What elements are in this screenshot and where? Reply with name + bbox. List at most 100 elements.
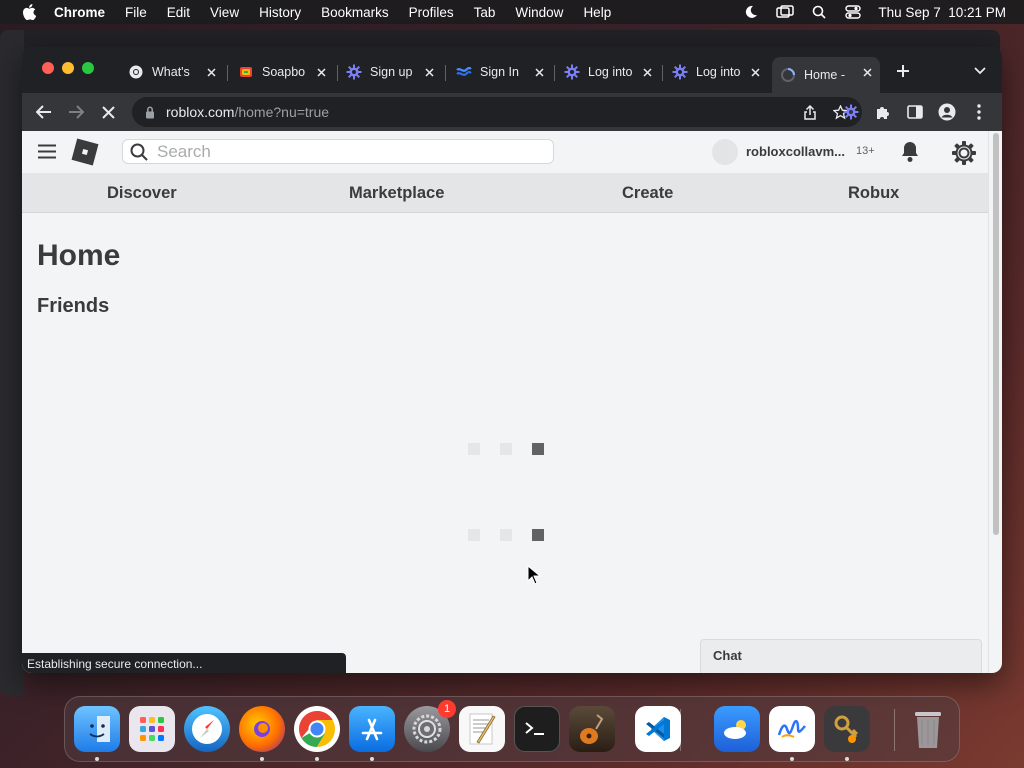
- url-path: /home?nu=true: [234, 104, 330, 120]
- loader-dot: [500, 529, 512, 541]
- back-arrow-icon[interactable]: [34, 102, 54, 122]
- stop-loading-icon[interactable]: [98, 102, 118, 122]
- menu-window[interactable]: Window: [515, 5, 563, 20]
- gear-badge-icon: [346, 64, 362, 80]
- macos-menu-bar: Chrome File Edit View History Bookmarks …: [0, 0, 1024, 24]
- tab-0[interactable]: What's: [120, 57, 224, 87]
- tab-5[interactable]: Log into: [664, 57, 768, 87]
- side-panel-icon[interactable]: [906, 103, 924, 121]
- search-input[interactable]: [157, 141, 537, 162]
- launchpad-icon[interactable]: [129, 706, 175, 752]
- running-indicator: [260, 757, 264, 761]
- tab-4[interactable]: Log into: [556, 57, 660, 87]
- close-window-button[interactable]: [42, 62, 54, 74]
- tab-close-icon[interactable]: [640, 65, 654, 79]
- roblox-header: robloxcollavm... 13+: [22, 131, 988, 173]
- tab-close-icon[interactable]: [422, 65, 436, 79]
- safari-icon[interactable]: [184, 706, 230, 752]
- weather-icon[interactable]: [714, 706, 760, 752]
- menu-history[interactable]: History: [259, 5, 301, 20]
- tab-close-icon[interactable]: [204, 65, 218, 79]
- share-icon[interactable]: [802, 104, 818, 120]
- app-store-icon[interactable]: [349, 706, 395, 752]
- chrome-icon: [128, 64, 144, 80]
- trash-icon[interactable]: [905, 706, 951, 752]
- menubar-clock[interactable]: Thu Sep 7 10:21 PM: [878, 5, 1006, 20]
- tab-active-home[interactable]: Home -: [772, 57, 880, 93]
- garageband-icon[interactable]: [569, 706, 615, 752]
- tab-close-icon[interactable]: [314, 65, 328, 79]
- loader-dot: [532, 529, 544, 541]
- nav-marketplace[interactable]: Marketplace: [349, 184, 444, 203]
- roblox-logo-icon[interactable]: [70, 137, 100, 167]
- roblox-page: robloxcollavm... 13+ Discover Marketplac…: [22, 131, 988, 673]
- roblox-search-box: [122, 139, 554, 164]
- chevron-down-icon[interactable]: [972, 63, 988, 79]
- chrome-app-icon[interactable]: [294, 706, 340, 752]
- menu-tab[interactable]: Tab: [474, 5, 496, 20]
- menu-profiles[interactable]: Profiles: [409, 5, 454, 20]
- chat-widget[interactable]: Chat: [700, 639, 982, 673]
- tab-close-icon[interactable]: [532, 65, 546, 79]
- menu-bookmarks[interactable]: Bookmarks: [321, 5, 389, 20]
- profile-avatar-icon[interactable]: [938, 103, 956, 121]
- settings-gear-icon[interactable]: [950, 139, 978, 167]
- moon-icon[interactable]: [742, 5, 760, 19]
- tab-separator: [227, 65, 228, 81]
- menu-file[interactable]: File: [125, 5, 147, 20]
- running-indicator: [370, 757, 374, 761]
- freeform-icon[interactable]: [769, 706, 815, 752]
- forward-arrow-icon[interactable]: [66, 102, 86, 122]
- system-settings-icon[interactable]: 1: [404, 700, 456, 752]
- screen-mirror-icon[interactable]: [776, 5, 795, 19]
- tab-1[interactable]: Soapbo: [230, 57, 334, 87]
- extensions-puzzle-icon[interactable]: [874, 103, 892, 121]
- extension-gear-icon[interactable]: [842, 103, 860, 121]
- tab-close-icon[interactable]: [748, 65, 762, 79]
- control-center-icon[interactable]: [844, 5, 862, 19]
- hamburger-menu-icon[interactable]: [37, 143, 57, 159]
- spotlight-search-icon[interactable]: [810, 5, 828, 19]
- chrome-menu-icon[interactable]: [970, 103, 988, 121]
- scrollbar-thumb[interactable]: [993, 133, 999, 535]
- menu-edit[interactable]: Edit: [167, 5, 190, 20]
- textedit-icon[interactable]: [459, 706, 505, 752]
- apple-icon[interactable]: [18, 4, 40, 20]
- running-indicator: [315, 757, 319, 761]
- loading-icon: [780, 67, 796, 83]
- tab-2[interactable]: Sign up: [338, 57, 442, 87]
- firefox-icon[interactable]: [239, 706, 285, 752]
- menu-view[interactable]: View: [210, 5, 239, 20]
- address-bar[interactable]: roblox.com/home?nu=true: [132, 97, 862, 127]
- menu-app-name[interactable]: Chrome: [54, 5, 105, 20]
- username-label[interactable]: robloxcollavm...: [746, 144, 845, 159]
- chrome-window: What's Soapbo Sign up Sign In Log into L…: [22, 47, 1002, 673]
- nav-create[interactable]: Create: [622, 184, 673, 203]
- loader-dot: [468, 443, 480, 455]
- tab-title: Log into: [588, 65, 633, 79]
- running-indicator: [845, 757, 849, 761]
- tab-title: Soapbo: [262, 65, 306, 79]
- nav-robux[interactable]: Robux: [848, 184, 899, 203]
- zoom-window-button[interactable]: [82, 62, 94, 74]
- background-window-edge: [0, 30, 24, 695]
- vscode-icon[interactable]: [635, 706, 681, 752]
- keychain-icon[interactable]: [824, 706, 870, 752]
- new-tab-plus-icon[interactable]: [894, 62, 912, 80]
- search-icon[interactable]: [129, 142, 149, 162]
- tab-close-icon[interactable]: [860, 65, 874, 79]
- soapbox-icon: [238, 64, 254, 80]
- finder-icon[interactable]: [74, 706, 120, 752]
- lock-icon[interactable]: [144, 105, 156, 119]
- tab-3[interactable]: Sign In: [448, 57, 552, 87]
- nav-discover[interactable]: Discover: [107, 184, 177, 203]
- notification-bell-icon[interactable]: [898, 140, 922, 164]
- avatar[interactable]: [712, 139, 738, 165]
- terminal-icon[interactable]: [514, 706, 560, 752]
- minimize-window-button[interactable]: [62, 62, 74, 74]
- menu-help[interactable]: Help: [583, 5, 611, 20]
- page-scrollbar[interactable]: [988, 131, 1002, 673]
- loader-dot: [532, 443, 544, 455]
- tab-title: Log into: [696, 65, 741, 79]
- window-controls: [42, 62, 94, 74]
